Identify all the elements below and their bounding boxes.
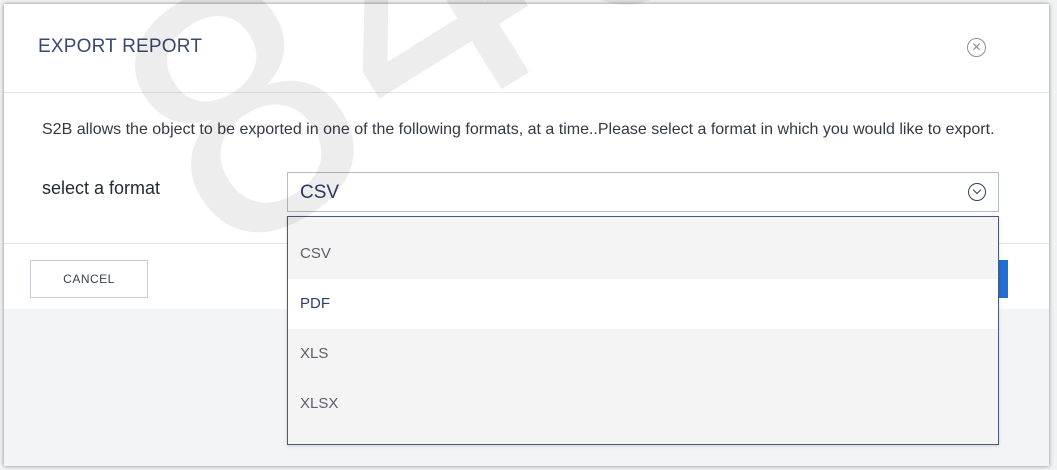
modal-title: EXPORT REPORT — [38, 36, 203, 57]
format-option-xlsx[interactable]: XLSX — [288, 379, 998, 429]
format-select[interactable]: CSV — [287, 172, 999, 212]
format-select-value: CSV — [300, 182, 340, 203]
cancel-button[interactable]: CANCEL — [30, 260, 148, 298]
export-description: S2B allows the object to be exported in … — [42, 121, 995, 138]
close-circle-icon[interactable]: ✕ — [967, 38, 986, 57]
modal-header: EXPORT REPORT ✕ — [4, 4, 1049, 93]
select-format-label: select a format — [42, 178, 161, 198]
format-option-csv[interactable]: CSV — [288, 229, 998, 279]
format-option-xls[interactable]: XLS — [288, 329, 998, 379]
format-option-pdf[interactable]: PDF — [288, 279, 998, 329]
chevron-down-circle-icon[interactable] — [968, 183, 986, 201]
format-dropdown-list: CSV PDF XLS XLSX — [287, 216, 999, 445]
